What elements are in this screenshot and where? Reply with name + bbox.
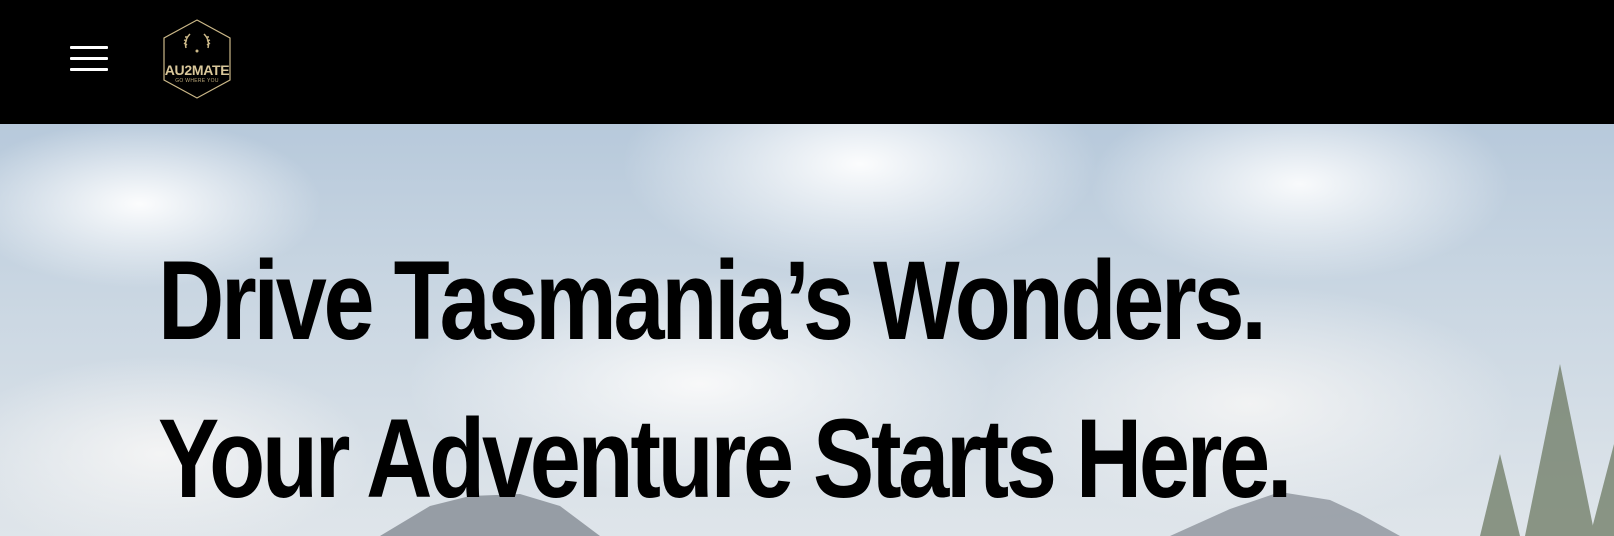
logo-tagline: GO WHERE YOU [175, 78, 219, 84]
hero-section: Drive Tasmania’s Wonders. Your Adventure… [0, 124, 1614, 536]
brand-logo[interactable]: AU2MATE GO WHERE YOU [160, 18, 234, 100]
headline-line-2: Your Adventure Starts Here. [158, 396, 1292, 521]
site-header: AU2MATE GO WHERE YOU [0, 0, 1614, 124]
logo-name: AU2MATE [164, 62, 230, 78]
menu-line [70, 46, 108, 49]
menu-line [70, 57, 108, 60]
hero-headline: Drive Tasmania’s Wonders. Your Adventure… [158, 222, 1306, 536]
hamburger-menu-icon[interactable] [70, 46, 108, 74]
headline-line-1: Drive Tasmania’s Wonders. [158, 238, 1267, 363]
menu-line [70, 68, 108, 71]
logo-hexagon-icon [163, 19, 231, 99]
